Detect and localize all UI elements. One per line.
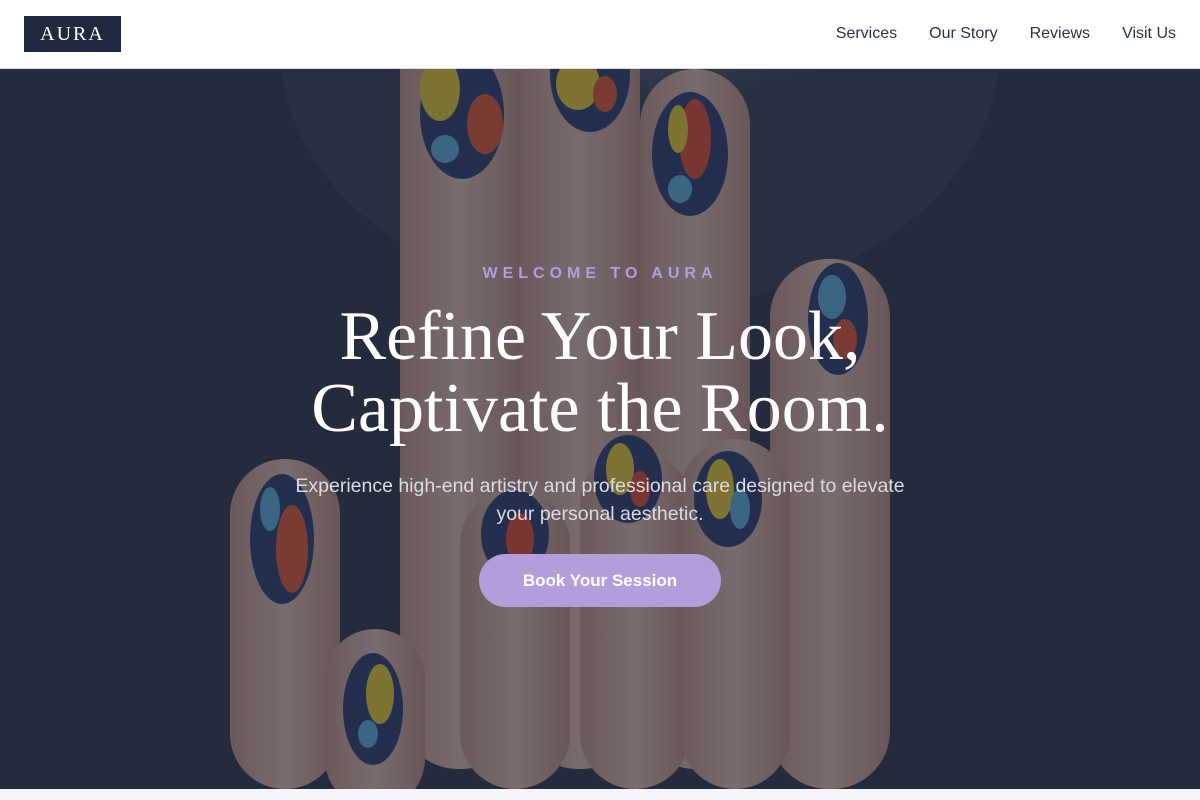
hero-section: WELCOME TO AURA Refine Your Look, Captiv… [0,69,1200,789]
hero-title-line-2: Captivate the Room. [311,370,889,447]
nav-link-reviews[interactable]: Reviews [1030,25,1090,43]
hero-subtitle-line-2: your personal aesthetic. [496,503,704,525]
hero-subtitle-line-1: Experience high-end artistry and profess… [295,475,905,497]
hero-subtitle: Experience high-end artistry and profess… [260,472,940,528]
page-bottom-strip [0,789,1200,800]
hero-title: Refine Your Look, Captivate the Room. [0,301,1200,445]
hero-content: WELCOME TO AURA Refine Your Look, Captiv… [0,69,1200,789]
hero-title-line-1: Refine Your Look, [339,298,861,375]
main-nav: Services Our Story Reviews Visit Us [836,25,1176,43]
book-session-button[interactable]: Book Your Session [479,554,721,607]
nav-link-our-story[interactable]: Our Story [929,25,997,43]
hero-eyebrow: WELCOME TO AURA [482,265,718,282]
logo[interactable]: AURA [24,16,121,52]
nav-link-visit-us[interactable]: Visit Us [1122,25,1176,43]
site-header: AURA Services Our Story Reviews Visit Us [0,0,1200,69]
nav-link-services[interactable]: Services [836,25,897,43]
